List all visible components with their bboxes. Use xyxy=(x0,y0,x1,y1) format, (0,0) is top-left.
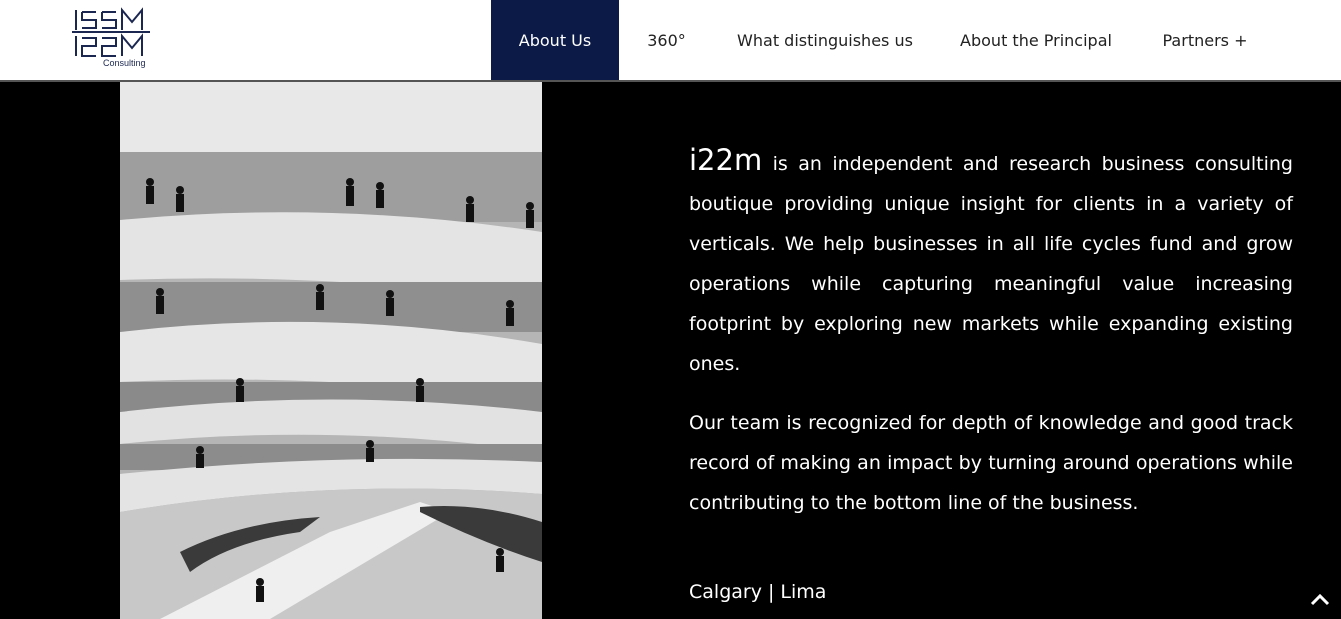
nav-partners[interactable]: Partners + xyxy=(1136,0,1274,80)
intro-paragraph: i22m is an independent and research busi… xyxy=(689,140,1293,384)
team-paragraph: Our team is recognized for depth of know… xyxy=(689,412,1293,514)
nav-360[interactable]: 360° xyxy=(619,0,714,80)
about-text-block: i22m is an independent and research busi… xyxy=(689,140,1293,612)
site-header: Consulting About Us 360° What distinguis… xyxy=(0,0,1341,82)
brand-name: i22m xyxy=(689,143,763,177)
main-nav: About Us 360° What distinguishes us Abou… xyxy=(491,0,1274,80)
nav-about-us[interactable]: About Us xyxy=(491,0,619,80)
museum-rotunda-photo xyxy=(120,82,542,619)
chevron-up-icon[interactable] xyxy=(1309,589,1331,609)
nav-about-the-principal[interactable]: About the Principal xyxy=(936,0,1136,80)
nav-what-distinguishes-us[interactable]: What distinguishes us xyxy=(714,0,936,80)
intro-text: is an independent and research business … xyxy=(689,153,1293,375)
office-locations: Calgary | Lima xyxy=(689,581,827,603)
logo-subtext: Consulting xyxy=(103,58,146,68)
